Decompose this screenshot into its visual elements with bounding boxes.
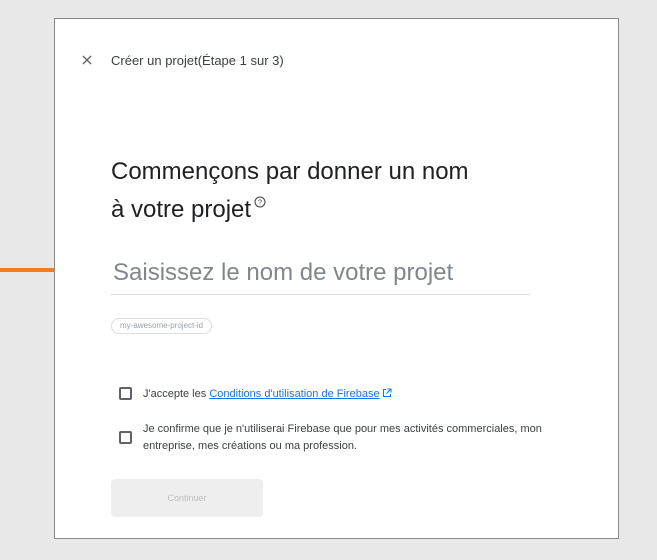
- business-use-label: Je confirme que je n'utiliserai Firebase…: [143, 423, 542, 452]
- business-use-row: Je confirme que je n'utiliserai Firebase…: [119, 421, 555, 455]
- page-heading: Commençons par donner un nom à votre pro…: [111, 153, 471, 229]
- help-icon[interactable]: ?: [254, 196, 266, 210]
- continue-button[interactable]: Continuer: [111, 479, 263, 517]
- close-icon: [82, 55, 92, 65]
- terms-checkbox[interactable]: [119, 387, 132, 400]
- dialog-title: Créer un projet(Étape 1 sur 3): [111, 52, 284, 68]
- external-link-icon[interactable]: [382, 387, 392, 404]
- terms-row: J'accepte les Conditions d'utilisation d…: [119, 386, 392, 404]
- dialog-header: Créer un projet(Étape 1 sur 3): [79, 52, 284, 68]
- create-project-dialog: Créer un projet(Étape 1 sur 3) Commençon…: [54, 18, 619, 539]
- terms-label: J'accepte les Conditions d'utilisation d…: [143, 386, 392, 404]
- project-name-input[interactable]: [111, 257, 530, 295]
- terms-link[interactable]: Conditions d'utilisation de Firebase: [209, 388, 379, 400]
- svg-text:?: ?: [258, 198, 262, 207]
- terms-prefix: J'accepte les: [143, 388, 210, 400]
- project-id-chip[interactable]: my-awesome-project-id: [111, 318, 213, 334]
- heading-text: Commençons par donner un nom à votre pro…: [111, 158, 469, 223]
- close-button[interactable]: [79, 52, 95, 68]
- business-use-checkbox[interactable]: [119, 431, 132, 444]
